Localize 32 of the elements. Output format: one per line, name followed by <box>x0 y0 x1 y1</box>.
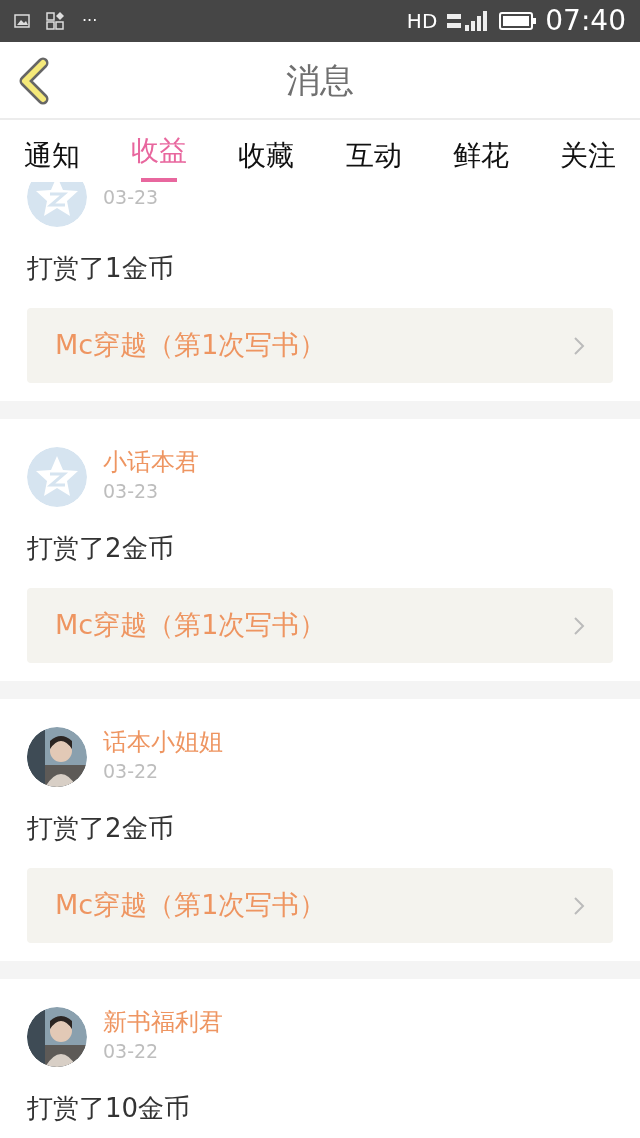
avatar-icon <box>27 182 87 227</box>
user-name[interactable]: 话本小姐姐 <box>103 728 223 758</box>
apps-icon <box>46 12 66 30</box>
message-date: 03-22 <box>103 759 160 785</box>
chevron-icon <box>573 335 585 356</box>
tab[interactable]: 通知 <box>24 120 80 182</box>
tab[interactable]: 关注 <box>559 120 616 182</box>
chevron-icon <box>573 615 585 636</box>
tab[interactable]: 收藏 <box>238 120 295 182</box>
user-name[interactable]: 小话本君 <box>103 448 199 478</box>
message-date: 03-22 <box>103 1039 160 1065</box>
more-text: ··· <box>82 10 98 32</box>
tab[interactable]: 鲜花 <box>452 120 509 182</box>
message-date: 03-23 <box>103 184 159 210</box>
chevron-icon <box>573 895 585 916</box>
message-text: 打赏了2金币 <box>27 532 175 565</box>
message-text: 打赏了10金币 <box>27 1092 192 1125</box>
message-date: 03-23 <box>103 479 160 505</box>
battery-icon <box>499 12 538 30</box>
message-text: 打赏了2金币 <box>27 812 175 845</box>
page-title: 消息 <box>286 58 354 102</box>
image-icon <box>14 14 30 28</box>
tab[interactable]: 收益 <box>131 120 188 182</box>
book-link[interactable]: Mc穿越（第1次写书） <box>27 308 613 383</box>
avatar-icon <box>27 447 87 507</box>
message-text: 打赏了1金币 <box>27 252 175 285</box>
book-link[interactable]: Mc穿越（第1次写书） <box>27 588 613 663</box>
clock: 07:40 <box>545 3 626 39</box>
tab[interactable]: 互动 <box>345 120 402 182</box>
user-name[interactable]: 新书福利君 <box>103 1008 223 1038</box>
book-link[interactable]: Mc穿越（第1次写书） <box>27 868 613 943</box>
network-type: HD <box>406 8 438 35</box>
